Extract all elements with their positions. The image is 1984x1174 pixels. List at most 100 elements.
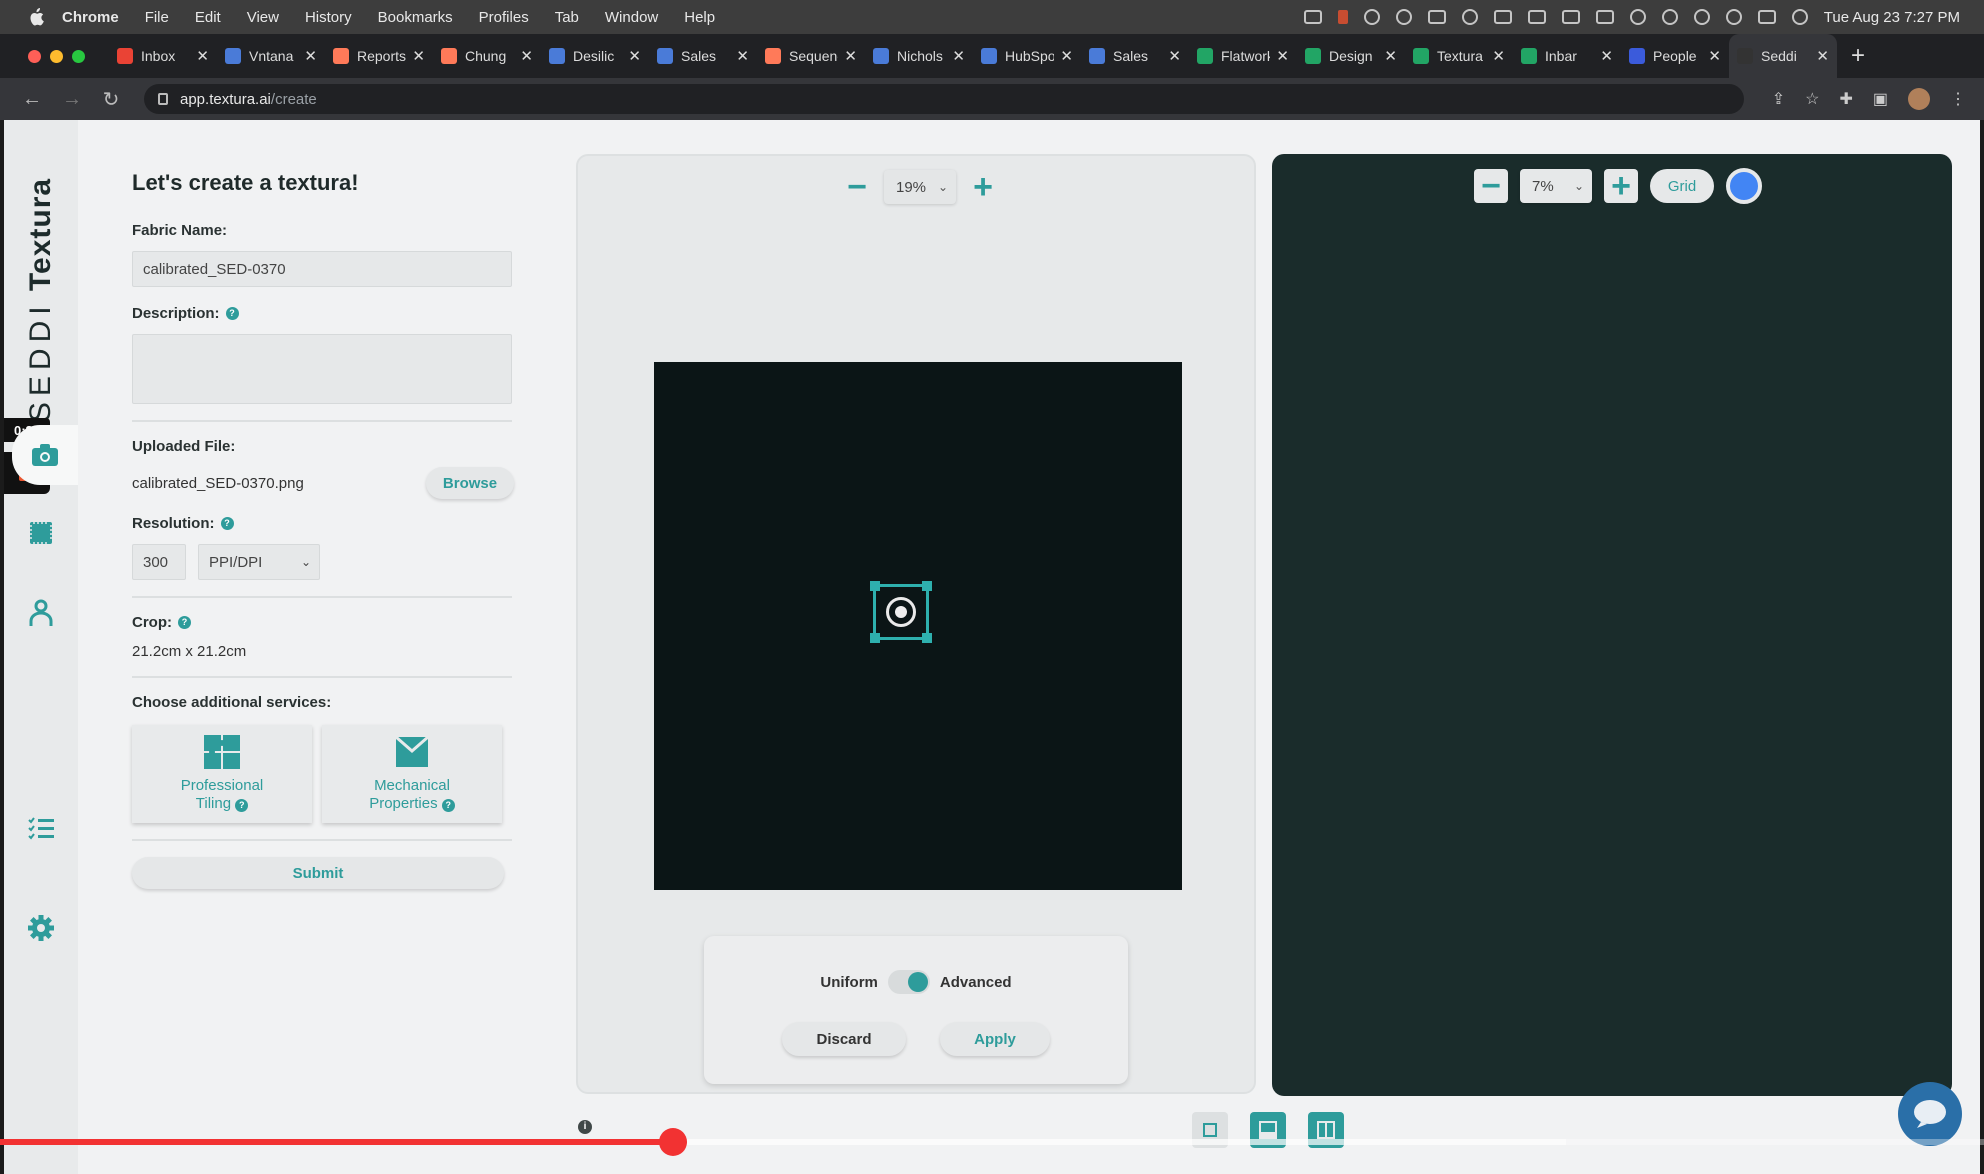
crop-handle[interactable] <box>922 633 932 643</box>
browser-tab[interactable]: Vntana ✕ <box>217 34 325 78</box>
browser-tab[interactable]: HubSpot ✕ <box>973 34 1081 78</box>
description-textarea[interactable] <box>132 334 512 404</box>
menu-help[interactable]: Help <box>684 9 715 26</box>
close-tab-icon[interactable]: ✕ <box>196 47 209 65</box>
close-tab-icon[interactable]: ✕ <box>304 47 317 65</box>
video-progress-bar[interactable] <box>0 1128 1984 1156</box>
settings-gear-icon[interactable] <box>1395 9 1412 25</box>
reload-button[interactable]: ↻ <box>102 87 120 112</box>
wifi-icon[interactable] <box>1629 9 1646 25</box>
advanced-label[interactable]: Advanced <box>940 974 1012 991</box>
bluetooth-icon[interactable] <box>1527 10 1546 24</box>
support-chat-button[interactable] <box>1898 1082 1962 1146</box>
profile-avatar[interactable] <box>1908 88 1930 110</box>
zoom-out-button[interactable]: − <box>840 170 874 204</box>
new-tab-button[interactable]: + <box>1851 42 1865 70</box>
battery-icon[interactable] <box>1561 10 1580 24</box>
crop-handle[interactable] <box>870 581 880 591</box>
forward-button[interactable]: → <box>62 88 82 111</box>
browser-tab[interactable]: Nichols ✕ <box>865 34 973 78</box>
close-tab-icon[interactable]: ✕ <box>1600 47 1613 65</box>
nav-fabrics[interactable] <box>4 503 78 563</box>
close-tab-icon[interactable]: ✕ <box>412 47 425 65</box>
crop-handle[interactable] <box>870 633 880 643</box>
browser-tab[interactable]: Inbox ✕ <box>109 34 217 78</box>
close-tab-icon[interactable]: ✕ <box>520 47 533 65</box>
help-icon[interactable]: ? <box>225 307 239 320</box>
help-icon[interactable]: ? <box>235 799 249 812</box>
screen-record-icon[interactable] <box>1303 10 1322 24</box>
fabric-name-input[interactable]: calibrated_SED-0370 <box>132 251 512 287</box>
crop-selection-box[interactable] <box>870 581 932 643</box>
close-tab-icon[interactable]: ✕ <box>1816 47 1829 65</box>
apply-button[interactable]: Apply <box>940 1022 1050 1056</box>
browser-tab[interactable]: Flatwork ✕ <box>1189 34 1297 78</box>
browser-tab[interactable]: People ✕ <box>1621 34 1729 78</box>
user-icon[interactable] <box>1661 9 1678 25</box>
spotlight-search-icon[interactable] <box>1725 9 1742 25</box>
extensions-puzzle-icon[interactable]: ✚ <box>1839 89 1852 109</box>
menu-file[interactable]: File <box>145 9 169 26</box>
menu-edit[interactable]: Edit <box>195 9 221 26</box>
color-picker-button[interactable] <box>1726 168 1762 204</box>
menu-bookmarks[interactable]: Bookmarks <box>378 9 453 26</box>
browser-tab[interactable]: Design ✕ <box>1297 34 1405 78</box>
menu-history[interactable]: History <box>305 9 352 26</box>
browser-tab[interactable]: Reports ✕ <box>325 34 433 78</box>
browser-tab[interactable]: Chung ✕ <box>433 34 541 78</box>
chrome-menu-icon[interactable]: ⋮ <box>1950 89 1966 109</box>
menubar-datetime[interactable]: Tue Aug 23 7:27 PM <box>1824 9 1960 26</box>
url-bar[interactable]: app.textura.ai/create <box>144 84 1744 114</box>
chat-icon[interactable] <box>1461 9 1478 25</box>
close-tab-icon[interactable]: ✕ <box>1492 47 1505 65</box>
nav-avatar[interactable] <box>4 583 78 643</box>
grid-toggle-button[interactable]: Grid <box>1650 169 1714 203</box>
back-button[interactable]: ← <box>22 88 42 111</box>
volume-icon[interactable] <box>1493 10 1512 24</box>
nav-settings[interactable] <box>4 898 78 958</box>
grid-app-icon[interactable] <box>1427 10 1446 24</box>
close-tab-icon[interactable]: ✕ <box>1708 47 1721 65</box>
browser-tab[interactable]: Textura ✕ <box>1405 34 1513 78</box>
help-icon[interactable]: ? <box>441 799 455 812</box>
help-icon[interactable]: ? <box>178 616 191 629</box>
close-tab-icon[interactable]: ✕ <box>952 47 965 65</box>
browser-tab[interactable]: Seddi ✕ <box>1729 34 1837 78</box>
browser-tab[interactable]: Inbar ✕ <box>1513 34 1621 78</box>
close-tab-icon[interactable]: ✕ <box>1384 47 1397 65</box>
share-icon[interactable]: ⇪ <box>1772 89 1785 109</box>
discard-button[interactable]: Discard <box>782 1022 906 1056</box>
scrubber-handle[interactable] <box>658 1128 687 1156</box>
menu-window[interactable]: Window <box>605 9 658 26</box>
keyboard-icon[interactable] <box>1595 10 1614 24</box>
help-icon[interactable]: ? <box>220 517 234 530</box>
crop-handle[interactable] <box>922 581 932 591</box>
close-tab-icon[interactable]: ✕ <box>1276 47 1289 65</box>
menu-view[interactable]: View <box>247 9 279 26</box>
close-tab-icon[interactable]: ✕ <box>844 47 857 65</box>
maximize-window-button[interactable] <box>72 49 85 63</box>
menu-chrome[interactable]: Chrome <box>62 9 119 26</box>
menu-profiles[interactable]: Profiles <box>479 9 529 26</box>
menu-tab[interactable]: Tab <box>555 9 579 26</box>
siri-icon[interactable] <box>1791 9 1808 25</box>
zoom-in-button[interactable]: + <box>966 170 1000 204</box>
fabric-preview-image[interactable] <box>654 362 1182 890</box>
professional-tiling-card[interactable]: Professional Tiling ? <box>132 725 312 823</box>
submit-button[interactable]: Submit <box>132 857 504 889</box>
apple-icon[interactable] <box>26 7 46 27</box>
control-center-icon[interactable] <box>1757 10 1776 24</box>
uniform-label[interactable]: Uniform <box>820 974 878 991</box>
nav-create[interactable] <box>12 425 78 485</box>
mode-toggle[interactable] <box>887 970 930 994</box>
close-window-button[interactable] <box>28 49 41 63</box>
close-tab-icon[interactable]: ✕ <box>1168 47 1181 65</box>
zoom-select[interactable]: 19% ⌄ <box>884 170 956 204</box>
time-machine-icon[interactable] <box>1693 9 1710 25</box>
zoom-in-button[interactable]: + <box>1604 169 1638 203</box>
browser-tab[interactable]: Desilic ✕ <box>541 34 649 78</box>
browser-tab[interactable]: Sales ✕ <box>1081 34 1189 78</box>
browser-tab[interactable]: Sequence ✕ <box>757 34 865 78</box>
creative-cloud-icon[interactable] <box>1363 9 1380 25</box>
close-tab-icon[interactable]: ✕ <box>1060 47 1073 65</box>
